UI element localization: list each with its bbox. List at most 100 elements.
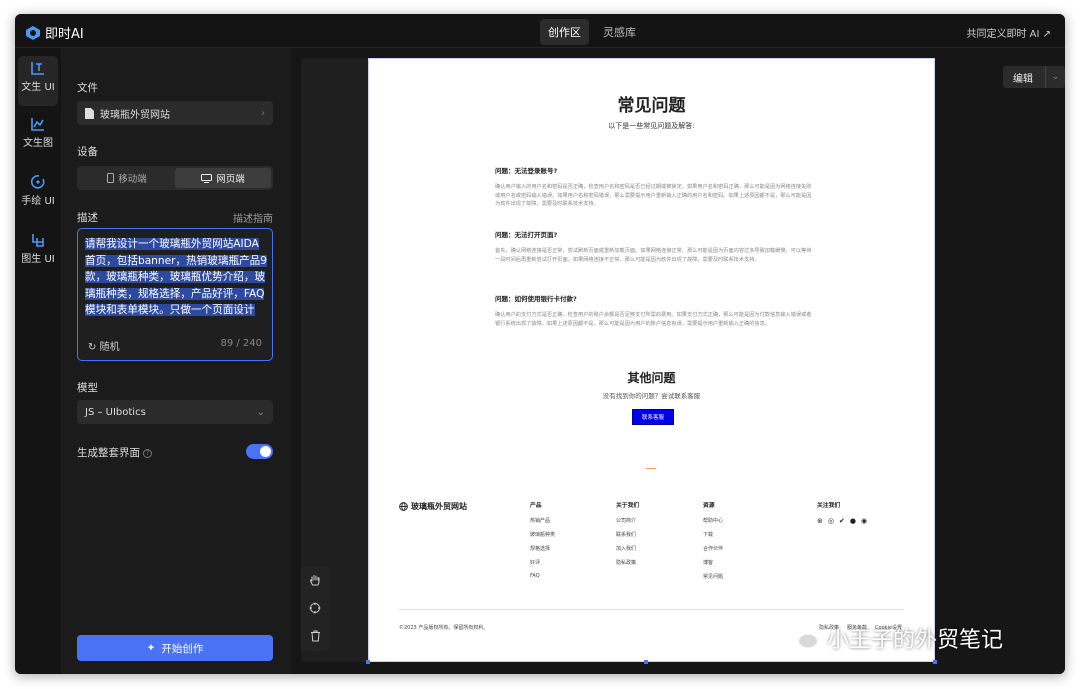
other-questions-subtitle: 没有找到你的问题？尝试联系客服 xyxy=(602,392,701,400)
canvas-area[interactable]: 编辑 ⌄ 常见问题 以下是一些常见问题及解答: 问题：无法登录账号? 确认用户输… xyxy=(291,48,1065,674)
faq-item: 问题：无法登录账号? 确认用户输入的用户名和密码是否正确，检查用户名和密码是否已… xyxy=(495,165,813,209)
random-button[interactable]: ↻ 随机 xyxy=(88,338,120,353)
image-chart-icon xyxy=(31,118,44,131)
random-label: 随机 xyxy=(99,342,120,353)
contact-support-button[interactable]: 联系客服 xyxy=(632,409,674,425)
settings-panel: 文件 玻璃瓶外贸网站 › 设备 移动端 网页端 描述 描述指南 请帮我设计一个玻… xyxy=(61,48,291,674)
faq-answer: 确认用户输入的用户名和密码是否正确，检查用户名和密码是否已经过期或被锁定。如果用… xyxy=(495,184,812,208)
full-ui-label: 生成整套界面 xyxy=(77,447,140,459)
top-tabs: 创作区 灵感库 xyxy=(540,19,644,45)
hand-icon xyxy=(309,574,320,585)
wechat-icon[interactable]: ● xyxy=(850,517,856,525)
file-label: 文件 xyxy=(77,82,98,94)
resize-handle[interactable] xyxy=(366,660,370,664)
instagram-icon[interactable]: ◎ xyxy=(828,517,834,525)
weibo-icon[interactable]: ◉ xyxy=(861,517,867,525)
desktop-icon xyxy=(201,173,213,183)
footer-link[interactable]: 常见问题 xyxy=(703,573,723,587)
preview-page[interactable]: 常见问题 以下是一些常见问题及解答: 问题：无法登录账号? 确认用户输入的用户名… xyxy=(368,58,935,662)
hand-tool[interactable] xyxy=(301,566,329,594)
device-mobile-option[interactable]: 移动端 xyxy=(79,168,175,188)
footer-link[interactable]: 规格选择 xyxy=(530,545,555,559)
footer-link[interactable]: 帮助中心 xyxy=(703,517,723,531)
file-value: 玻璃瓶外贸网站 xyxy=(100,109,170,121)
device-web-label: 网页端 xyxy=(216,174,245,185)
footer-column-resources: 资源 帮助中心 下载 合作伙伴 博客 常见问题 xyxy=(703,500,723,587)
target-tool[interactable] xyxy=(301,594,329,622)
app-window: 即时AI 创作区 灵感库 共同定义即时 AI ↗ 文生 UI 文生图 手绘 UI… xyxy=(15,14,1065,674)
tab-inspiration[interactable]: 灵感库 xyxy=(595,19,644,45)
description-text[interactable]: 请帮我设计一个玻璃瓶外贸网站AIDA首页，包括banner，热销玻璃瓶产品9款，… xyxy=(85,236,267,319)
resize-handle[interactable] xyxy=(644,660,648,664)
footer-link[interactable]: 玻璃瓶种类 xyxy=(530,531,555,545)
description-textarea[interactable]: 请帮我设计一个玻璃瓶外贸网站AIDA首页，包括banner，热销玻璃瓶产品9款，… xyxy=(77,228,273,361)
faq-question: 问题：如何使用银行卡付款? xyxy=(495,295,577,303)
magic-wand-icon: ✦ xyxy=(146,642,156,654)
nav-image-ui[interactable]: 图生 UI xyxy=(18,228,58,278)
desc-guide-link[interactable]: 描述指南 xyxy=(233,210,273,225)
app-logo[interactable]: 即时AI xyxy=(25,23,84,42)
nav-label: 手绘 UI xyxy=(21,196,55,207)
model-select[interactable]: JS – UIbotics ⌄ xyxy=(77,400,273,424)
nav-label: 文生 UI xyxy=(21,82,55,93)
chevron-down-icon: ⌄ xyxy=(256,406,265,418)
chevron-down-icon[interactable]: ⌄ xyxy=(1045,66,1065,88)
selected-description: 请帮我设计一个玻璃瓶外贸网站AIDA首页，包括banner，热销玻璃瓶产品9款，… xyxy=(85,238,267,316)
delete-tool[interactable] xyxy=(301,622,329,650)
watermark: 小王子的外贸笔记 xyxy=(783,622,1003,654)
footer-link[interactable]: 好评 xyxy=(530,559,555,573)
footer-link[interactable]: 联系我们 xyxy=(616,531,639,545)
footer-link[interactable]: 热销产品 xyxy=(530,517,555,531)
footer-column-products: 产品 热销产品 玻璃瓶种类 规格选择 好评 FAQ xyxy=(530,500,555,587)
faq-question: 问题：无法登录账号? xyxy=(495,167,558,175)
full-ui-toggle[interactable] xyxy=(246,444,273,459)
footer-link[interactable]: FAQ xyxy=(530,573,555,587)
nav-label: 图生 UI xyxy=(21,254,55,265)
help-icon[interactable]: ? xyxy=(143,448,152,458)
footer-link[interactable]: 隐私政策 xyxy=(616,559,639,573)
description-footer: ↻ 随机 89 / 240 xyxy=(88,338,262,353)
footer-link[interactable]: 博客 xyxy=(703,559,723,573)
footer-link[interactable]: 公司简介 xyxy=(616,517,639,531)
footer-column-heading: 产品 xyxy=(530,503,542,509)
dribbble-icon[interactable]: ⊛ xyxy=(817,517,823,525)
footer-brand[interactable]: 玻璃瓶外贸网站 xyxy=(399,501,467,512)
top-bar: 即时AI 创作区 灵感库 共同定义即时 AI ↗ xyxy=(15,14,1065,48)
start-create-button[interactable]: ✦ 开始创作 xyxy=(77,635,273,661)
file-icon xyxy=(85,107,94,119)
trash-icon xyxy=(310,630,320,642)
edit-button[interactable]: 编辑 ⌄ xyxy=(1003,66,1065,88)
footer-link[interactable]: 合作伙伴 xyxy=(703,545,723,559)
edit-label: 编辑 xyxy=(1013,73,1033,85)
logo-icon xyxy=(26,25,40,40)
tab-create[interactable]: 创作区 xyxy=(540,19,589,45)
model-label: 模型 xyxy=(77,382,98,394)
faq-subtitle: 以下是一些常见问题及解答: xyxy=(608,122,695,130)
app-title: 即时AI xyxy=(45,27,84,42)
sketch-icon xyxy=(30,175,45,189)
text-ui-icon xyxy=(31,62,44,75)
nav-text-image[interactable]: 文生图 xyxy=(18,112,58,162)
faq-item: 问题：无法打开页面? 首先，确认网络连接是否正常，尝试刷新页面或重新加载页面。如… xyxy=(495,229,813,264)
full-ui-row: 生成整套界面? xyxy=(77,445,152,460)
faq-answer: 确认用户的支付方式是否正确，检查用户的账户余额是否足够支付所需的费用。如果支付方… xyxy=(495,312,812,327)
faq-title: 常见问题 xyxy=(617,96,686,116)
globe-icon xyxy=(399,502,408,511)
nav-text-ui[interactable]: 文生 UI xyxy=(18,56,58,106)
wechat-logo-icon xyxy=(784,626,819,650)
faq-question: 问题：无法打开页面? xyxy=(495,231,558,239)
footer-divider xyxy=(399,609,904,610)
mobile-icon xyxy=(107,173,115,183)
device-web-option[interactable]: 网页端 xyxy=(175,168,271,188)
footer-link[interactable]: 下载 xyxy=(703,531,723,545)
desc-label: 描述 xyxy=(77,212,98,224)
footer-link[interactable]: 加入我们 xyxy=(616,545,639,559)
device-mobile-label: 移动端 xyxy=(118,174,147,185)
icon-nav: 文生 UI 文生图 手绘 UI 图生 UI xyxy=(15,48,61,674)
define-ai-link[interactable]: 共同定义即时 AI ↗ xyxy=(966,25,1051,40)
twitter-icon[interactable]: ✔ xyxy=(839,517,845,525)
nav-sketch-ui[interactable]: 手绘 UI xyxy=(18,170,58,220)
file-select[interactable]: 玻璃瓶外贸网站 › xyxy=(77,101,273,125)
social-icons: ⊛ ◎ ✔ ● ◉ xyxy=(817,517,867,525)
resize-handle[interactable] xyxy=(933,660,937,664)
